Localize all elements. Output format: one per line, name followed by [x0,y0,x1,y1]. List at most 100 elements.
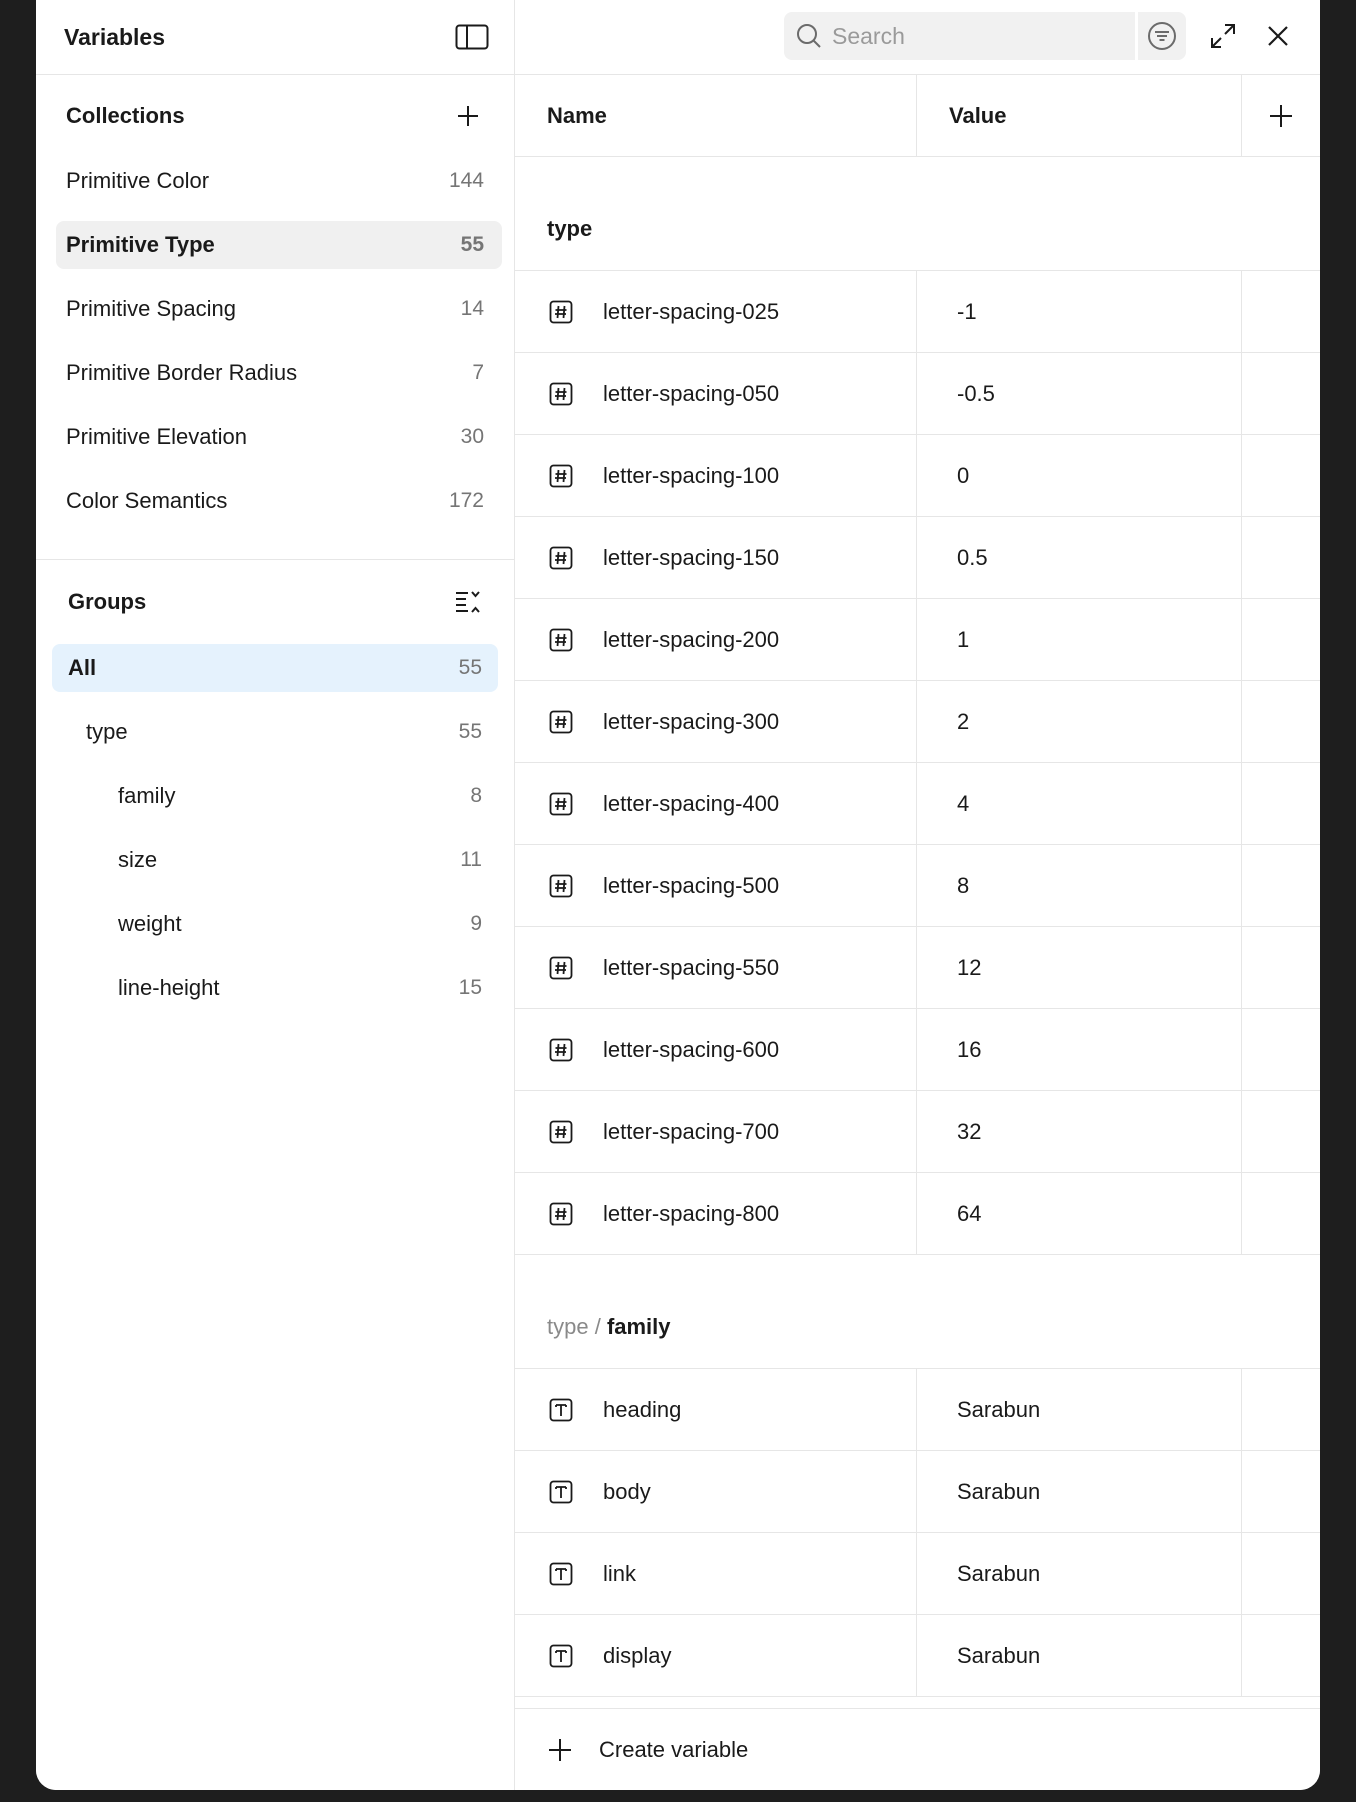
variable-name-cell[interactable]: letter-spacing-600 [515,1009,917,1090]
variable-row[interactable]: link Sarabun [515,1533,1320,1615]
variable-name-cell[interactable]: letter-spacing-300 [515,681,917,762]
variable-row[interactable]: letter-spacing-500 8 [515,845,1320,927]
variable-value: Sarabun [957,1396,1041,1422]
variable-row[interactable]: letter-spacing-050 -0.5 [515,353,1320,435]
variable-value-cell[interactable]: -1 [917,271,1242,352]
collection-item[interactable]: Primitive Elevation 30 [56,413,502,461]
group-item-weight[interactable]: weight 9 [52,900,498,948]
variable-value: 32 [957,1118,982,1144]
row-spacer [1242,1533,1320,1614]
variable-row[interactable]: letter-spacing-025 -1 [515,271,1320,353]
variable-value-cell[interactable]: 64 [917,1173,1242,1254]
number-variable-icon [549,628,573,651]
variable-name-cell[interactable]: letter-spacing-200 [515,599,917,680]
group-item-size[interactable]: size 11 [52,836,498,884]
variable-name-cell[interactable]: letter-spacing-050 [515,353,917,434]
variable-name-cell[interactable]: letter-spacing-400 [515,763,917,844]
group-item-line-height[interactable]: line-height 15 [52,964,498,1012]
variable-row[interactable]: heading Sarabun [515,1369,1320,1451]
row-spacer [1242,353,1320,434]
collection-label: Primitive Type [66,232,215,257]
collection-item[interactable]: Primitive Border Radius 7 [56,349,502,397]
collapse-groups-button[interactable] [450,584,486,620]
filter-button[interactable] [1138,12,1186,60]
variable-value-cell[interactable]: 8 [917,845,1242,926]
group-rows: letter-spacing-025 -1 letter-spacing-050 -0… [515,271,1320,1255]
variable-row[interactable]: letter-spacing-700 32 [515,1091,1320,1173]
variable-name-cell[interactable]: display [515,1615,917,1696]
group-item-family[interactable]: family 8 [52,772,498,820]
variable-value-cell[interactable]: 4 [917,763,1242,844]
add-mode-button[interactable] [1242,75,1320,156]
variable-value-cell[interactable]: 0.5 [917,517,1242,598]
collection-item[interactable]: Primitive Color 144 [56,157,502,205]
create-variable-button[interactable]: Create variable [515,1708,1320,1790]
number-variable-icon [549,874,573,897]
variable-value-cell[interactable]: Sarabun [917,1615,1242,1696]
variable-name-cell[interactable]: letter-spacing-025 [515,271,917,352]
collection-count: 14 [460,297,484,320]
variable-row[interactable]: display Sarabun [515,1615,1320,1697]
variable-row[interactable]: body Sarabun [515,1451,1320,1533]
variable-row[interactable]: letter-spacing-800 64 [515,1173,1320,1255]
add-collection-button[interactable] [450,98,486,134]
variable-value: 1 [957,626,970,652]
group-item-type[interactable]: type 55 [52,708,498,756]
group-label: family [118,783,176,808]
group-label: type [86,719,128,744]
variable-value-cell[interactable]: 32 [917,1091,1242,1172]
variable-name-cell[interactable]: heading [515,1369,917,1450]
collection-label: Primitive Spacing [66,296,236,321]
close-icon [1268,26,1288,46]
variable-name-cell[interactable]: letter-spacing-500 [515,845,917,926]
variable-value-cell[interactable]: 2 [917,681,1242,762]
number-variable-icon [549,382,573,405]
variable-row[interactable]: letter-spacing-550 12 [515,927,1320,1009]
number-variable-icon [549,956,573,979]
variables-table: type letter-spacing-025 -1 letter-spacing-… [515,157,1320,1708]
variable-name-cell[interactable]: letter-spacing-100 [515,435,917,516]
group-item-all[interactable]: All 55 [52,644,498,692]
group-label: All [68,655,97,680]
variable-value-cell[interactable]: 16 [917,1009,1242,1090]
close-button[interactable] [1260,18,1296,54]
variable-value-cell[interactable]: -0.5 [917,353,1242,434]
group-heading-label: type [547,216,593,241]
variable-name: letter-spacing-100 [603,462,780,488]
variable-value: 2 [957,708,970,734]
variable-row[interactable]: letter-spacing-100 0 [515,435,1320,517]
search-input[interactable] [832,22,1122,50]
group-count: 55 [458,656,482,679]
variable-name-cell[interactable]: letter-spacing-800 [515,1173,917,1254]
collection-item-selected[interactable]: Primitive Type 55 [56,221,502,269]
variable-value-cell[interactable]: Sarabun [917,1533,1242,1614]
variable-name-cell[interactable]: letter-spacing-550 [515,927,917,1008]
collection-item[interactable]: Color Semantics 172 [56,477,502,525]
variable-row[interactable]: letter-spacing-400 4 [515,763,1320,845]
variable-row[interactable]: letter-spacing-150 0.5 [515,517,1320,599]
variable-row[interactable]: letter-spacing-200 1 [515,599,1320,681]
name-column-header: Name [515,75,917,156]
variable-row[interactable]: letter-spacing-600 16 [515,1009,1320,1091]
variable-value-cell[interactable]: 0 [917,435,1242,516]
groups-section: Groups All 55 type 55 family 8 size 11 w… [36,560,514,1012]
number-variable-icon [549,300,573,323]
variable-name: body [603,1478,651,1504]
variable-name-cell[interactable]: letter-spacing-700 [515,1091,917,1172]
variable-name-cell[interactable]: link [515,1533,917,1614]
variable-name-cell[interactable]: body [515,1451,917,1532]
variable-value-cell[interactable]: 1 [917,599,1242,680]
variable-value-cell[interactable]: 12 [917,927,1242,1008]
variable-name-cell[interactable]: letter-spacing-150 [515,517,917,598]
variable-value-cell[interactable]: Sarabun [917,1451,1242,1532]
variable-value: Sarabun [957,1560,1041,1586]
expand-button[interactable] [1205,18,1241,54]
collection-item[interactable]: Primitive Spacing 14 [56,285,502,333]
group-label: weight [118,911,182,936]
toggle-sidebar-button[interactable] [454,19,490,55]
search-icon [797,24,821,48]
variable-value-cell[interactable]: Sarabun [917,1369,1242,1450]
string-variable-icon [549,1480,573,1503]
variable-row[interactable]: letter-spacing-300 2 [515,681,1320,763]
collection-count: 55 [460,233,484,256]
